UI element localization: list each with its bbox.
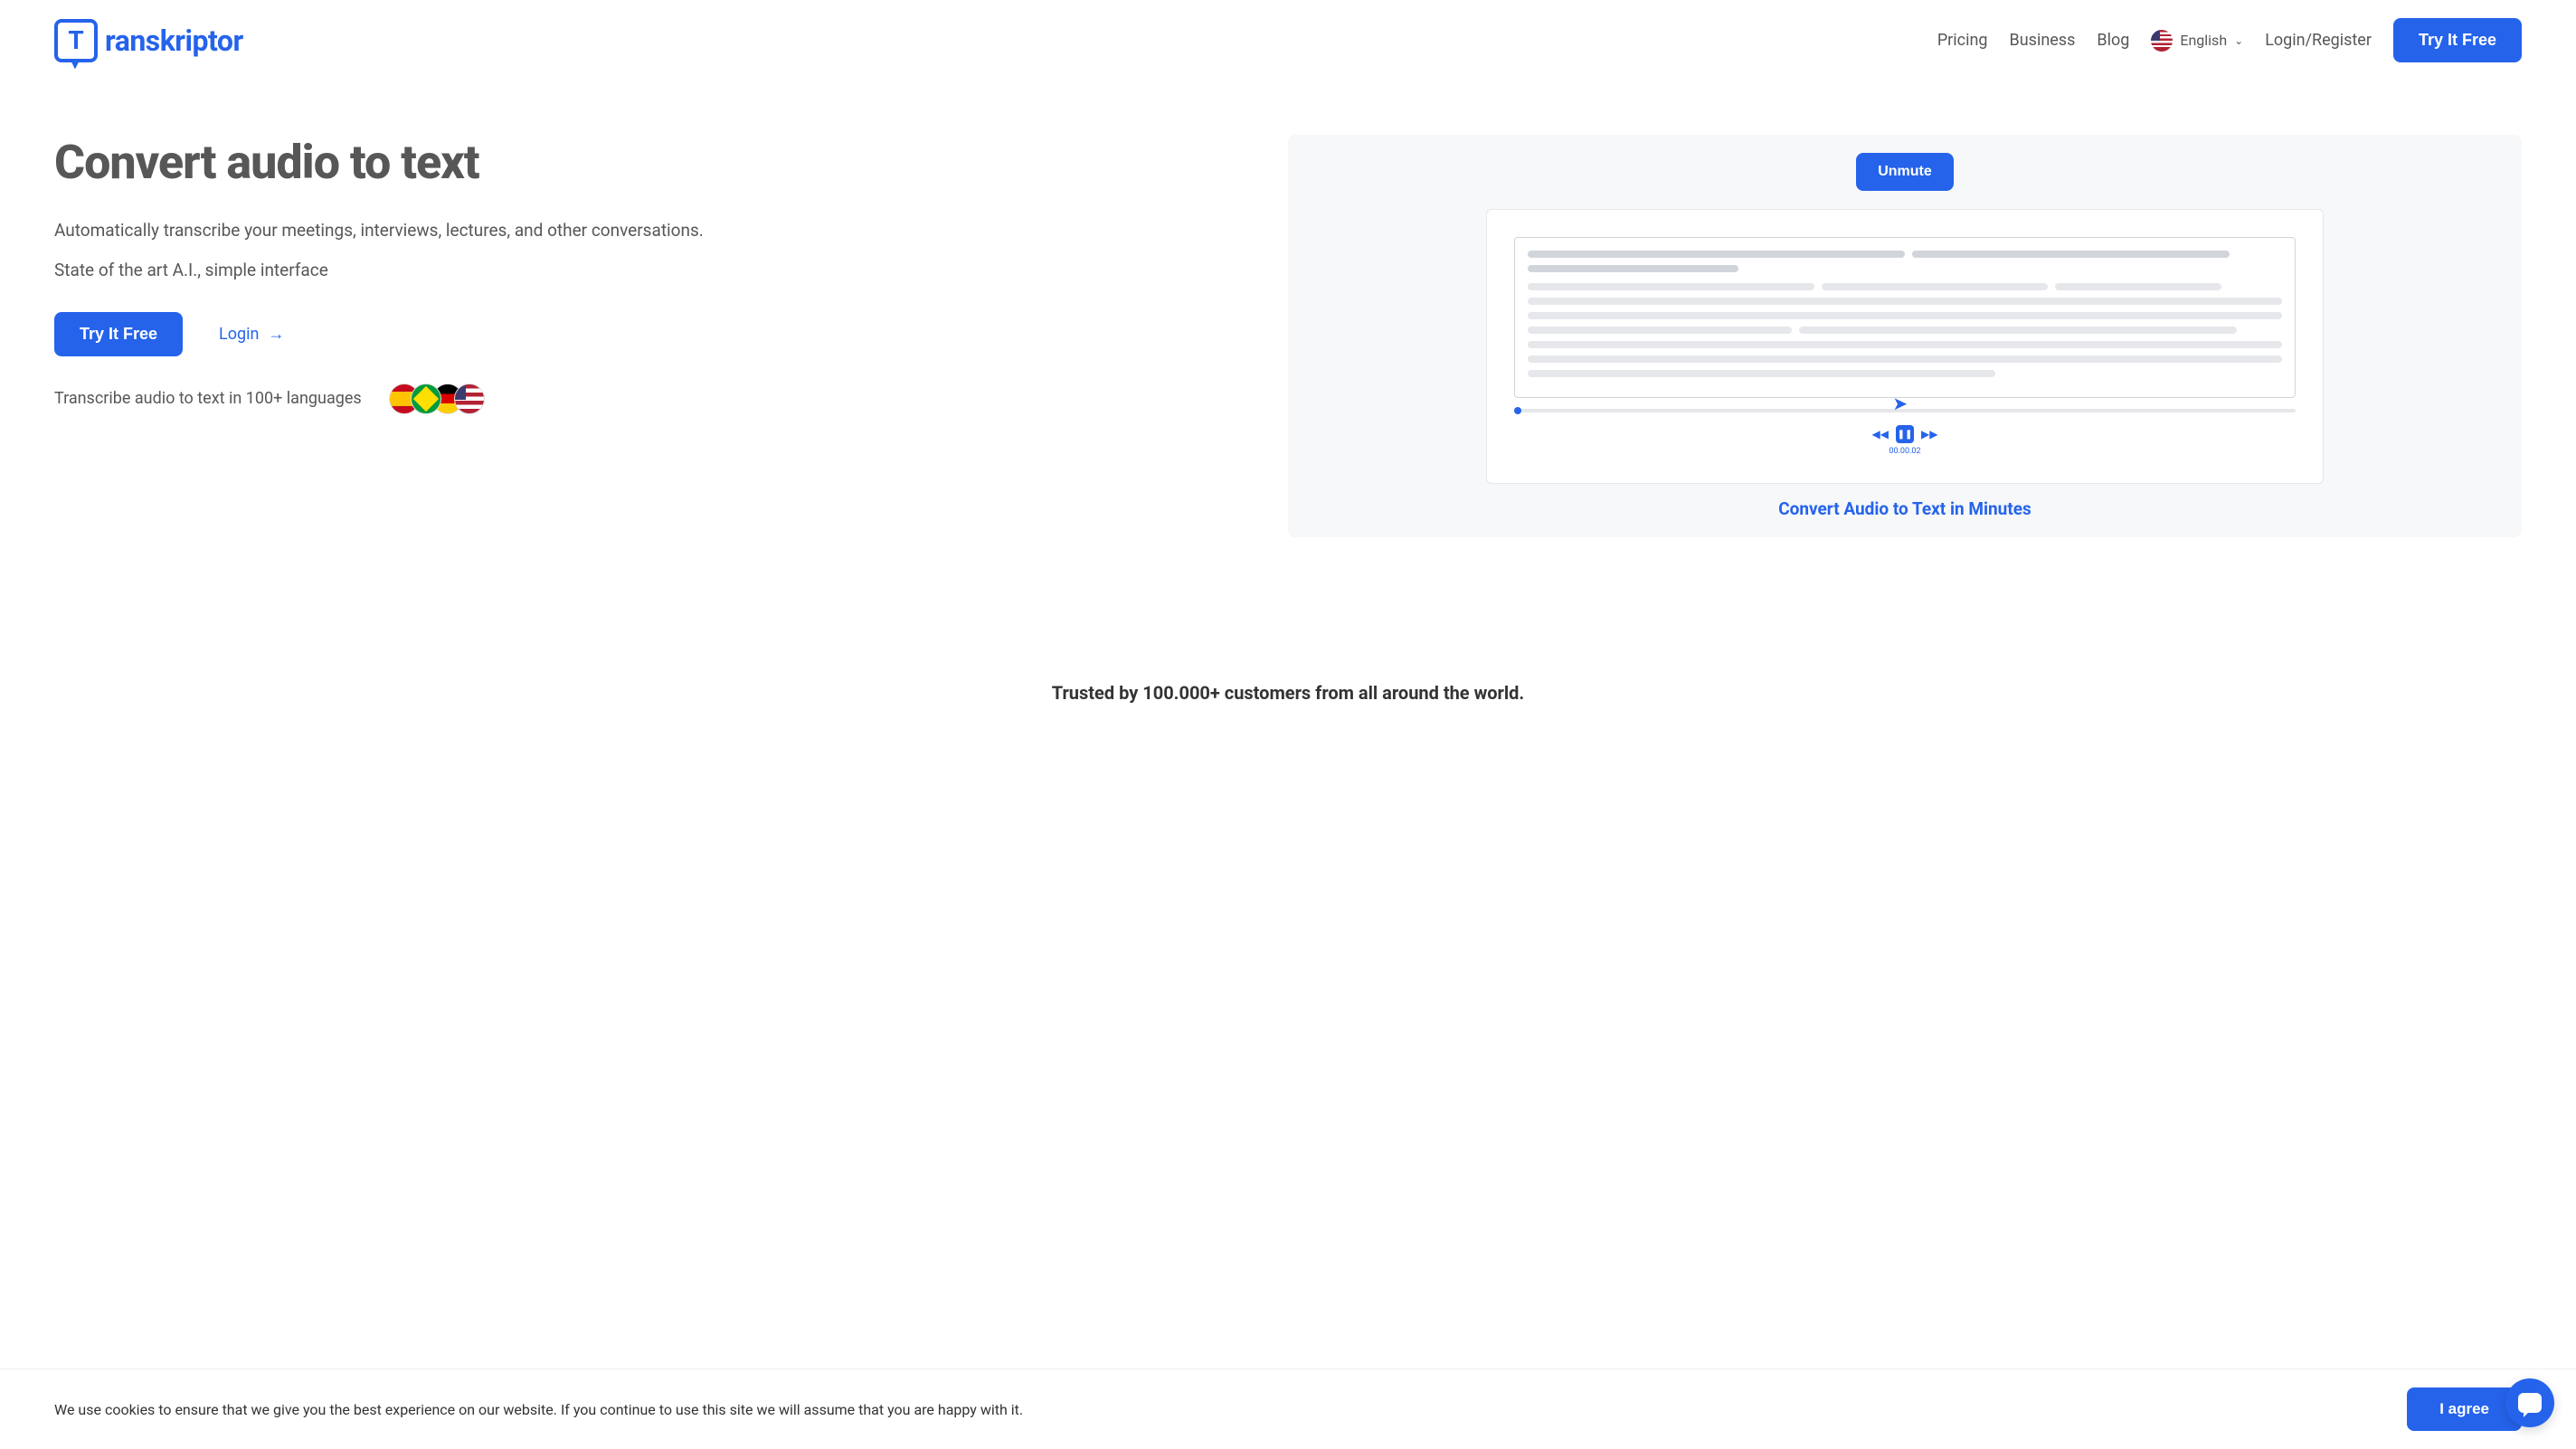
hero-title: Convert audio to text bbox=[54, 135, 1252, 190]
logo-text: ranskriptor bbox=[105, 24, 243, 58]
trusted-heading: Trusted by 100.000+ customers from all a… bbox=[0, 682, 2576, 704]
unmute-button[interactable]: Unmute bbox=[1856, 153, 1954, 191]
hero-left: Convert audio to text Automatically tran… bbox=[54, 135, 1252, 414]
pause-icon[interactable]: ❚❚ bbox=[1896, 425, 1914, 443]
language-label: English bbox=[2180, 32, 2227, 49]
player-controls: ◀◀ ❚❚ ▶▶ bbox=[1514, 425, 2297, 443]
flag-us-icon bbox=[2151, 30, 2173, 52]
language-row: Transcribe audio to text in 100+ languag… bbox=[54, 384, 1252, 414]
forward-icon[interactable]: ▶▶ bbox=[1921, 428, 1937, 440]
logo-icon: T bbox=[54, 19, 98, 62]
preview-window bbox=[1514, 237, 2297, 398]
chevron-down-icon: ⌄ bbox=[2234, 34, 2243, 47]
rewind-icon[interactable]: ◀◀ bbox=[1872, 428, 1889, 440]
chat-icon bbox=[2518, 1393, 2542, 1413]
hero-section: Convert audio to text Automatically tran… bbox=[0, 80, 2576, 592]
hero-login-link[interactable]: Login → bbox=[219, 325, 284, 344]
header: T ranskriptor Pricing Business Blog Engl… bbox=[0, 0, 2576, 80]
cookie-agree-button[interactable]: I agree bbox=[2407, 1387, 2522, 1431]
cursor-icon: ➤ bbox=[1892, 393, 1908, 414]
nav-business[interactable]: Business bbox=[2010, 31, 2076, 50]
nav-blog[interactable]: Blog bbox=[2097, 31, 2129, 50]
preview-caption: Convert Audio to Text in Minutes bbox=[1306, 498, 2504, 519]
cookie-banner: We use cookies to ensure that we give yo… bbox=[0, 1368, 2576, 1449]
nav-try-free-button[interactable]: Try It Free bbox=[2393, 18, 2522, 62]
language-count-text: Transcribe audio to text in 100+ languag… bbox=[54, 389, 362, 408]
nav-pricing[interactable]: Pricing bbox=[1937, 31, 1988, 50]
hero-desc-2: State of the art A.I., simple interface bbox=[54, 257, 1252, 284]
nav-login-register[interactable]: Login/Register bbox=[2265, 31, 2372, 50]
flag-br-icon bbox=[411, 384, 441, 414]
cookie-text: We use cookies to ensure that we give yo… bbox=[54, 1401, 2371, 1418]
main-nav: Pricing Business Blog English ⌄ Login/Re… bbox=[1937, 18, 2522, 62]
hero-desc-1: Automatically transcribe your meetings, … bbox=[54, 217, 1252, 244]
chat-widget-button[interactable] bbox=[2505, 1378, 2554, 1427]
flag-us-icon bbox=[454, 384, 485, 414]
login-link-label: Login bbox=[219, 325, 259, 344]
hero-preview: Unmute ◀◀ ❚❚ ▶▶ 00.00.02 ➤ Convert A bbox=[1288, 135, 2522, 537]
hero-actions: Try It Free Login → bbox=[54, 312, 1252, 356]
language-selector[interactable]: English ⌄ bbox=[2151, 30, 2243, 52]
hero-try-free-button[interactable]: Try It Free bbox=[54, 312, 183, 356]
arrow-right-icon: → bbox=[268, 325, 284, 344]
preview-card: ◀◀ ❚❚ ▶▶ 00.00.02 bbox=[1486, 209, 2325, 484]
logo[interactable]: T ranskriptor bbox=[54, 19, 243, 62]
player-time: 00.00.02 bbox=[1514, 447, 2297, 456]
flag-cluster bbox=[389, 384, 485, 414]
